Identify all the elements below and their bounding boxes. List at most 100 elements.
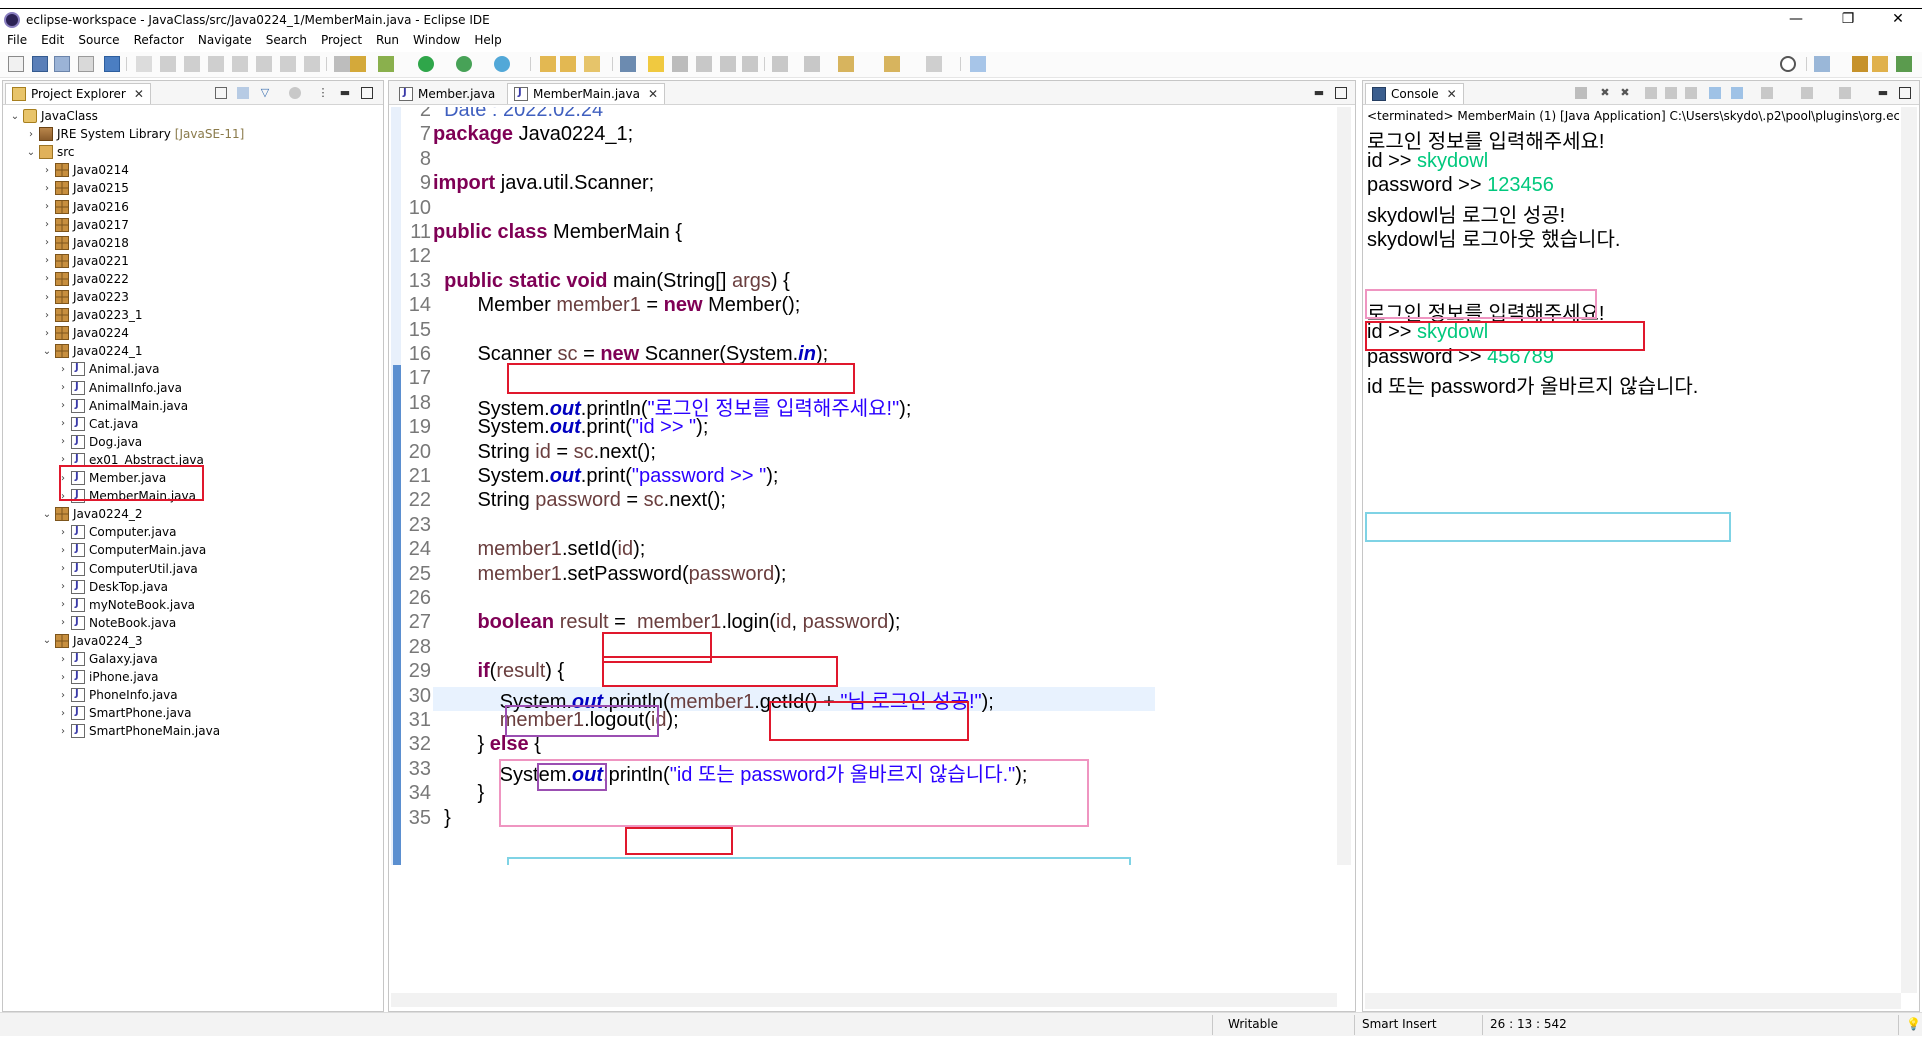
tree-item[interactable]: › Java0223_1 [41, 306, 143, 324]
code-line[interactable]: boolean result = member1.login(id, passw… [433, 611, 900, 634]
run-last-tool-icon[interactable] [350, 56, 366, 72]
tree-item[interactable]: ⌄ src [25, 143, 75, 161]
forward-icon[interactable] [926, 56, 942, 72]
chevron-right-icon[interactable]: › [57, 563, 69, 574]
code-line[interactable]: } [433, 807, 451, 830]
code-editor[interactable]: 2 Date : 2022.02.24 7 package Java0224_1; 8… [391, 107, 1155, 865]
tree-item[interactable]: › AnimalMain.java [57, 397, 188, 415]
tree-item[interactable]: › SmartPhoneMain.java [57, 722, 220, 740]
tree-item[interactable]: › Cat.java [57, 415, 138, 433]
console-output[interactable]: <terminated> MemberMain (1) [Java Applic… [1365, 107, 1899, 991]
chevron-right-icon[interactable]: › [57, 599, 69, 610]
toggle-block-icon[interactable] [334, 56, 350, 72]
code-line[interactable]: String id = sc.next(); [433, 441, 655, 464]
open-console-icon[interactable] [1839, 87, 1851, 99]
editor-vertical-scrollbar[interactable] [1337, 107, 1351, 865]
external-tools-icon[interactable] [494, 56, 510, 72]
code-line[interactable]: public static void main(String[] args) { [433, 270, 790, 293]
editor-horizontal-scrollbar[interactable] [391, 993, 1337, 1007]
tree-item[interactable]: › Computer.java [57, 523, 177, 541]
code-line[interactable]: Date : 2022.02.24 [433, 107, 603, 122]
chevron-down-icon[interactable]: ⌄ [9, 111, 21, 122]
code-line[interactable]: } else { [433, 733, 540, 756]
maximize-view-icon[interactable] [361, 87, 373, 99]
tree-item[interactable]: › Java0216 [41, 198, 129, 216]
menu-window[interactable]: Window [406, 33, 467, 47]
chevron-right-icon[interactable]: › [41, 292, 53, 303]
menu-search[interactable]: Search [259, 33, 314, 47]
code-line[interactable]: public class MemberMain { [433, 221, 682, 244]
chevron-down-icon[interactable]: ⌄ [41, 509, 53, 520]
tree-item[interactable]: › Java0218 [41, 234, 129, 252]
tree-item[interactable]: › Animal.java [57, 360, 159, 378]
menu-project[interactable]: Project [314, 33, 369, 47]
chevron-right-icon[interactable]: › [57, 708, 69, 719]
chevron-right-icon[interactable]: › [57, 617, 69, 628]
tree-item[interactable]: › AnimalInfo.java [57, 379, 182, 397]
tree-item[interactable]: › Java0215 [41, 179, 129, 197]
search-tool-icon[interactable] [648, 56, 664, 72]
menu-run[interactable]: Run [369, 33, 406, 47]
chevron-right-icon[interactable]: › [41, 219, 53, 230]
step-return-icon[interactable] [304, 56, 320, 72]
pin-console-icon[interactable] [1761, 87, 1773, 99]
close-icon[interactable]: ✕ [648, 87, 658, 101]
open-terminal-icon[interactable] [104, 56, 120, 72]
focus-icon[interactable] [289, 87, 301, 99]
save-all-icon[interactable] [54, 56, 70, 72]
tree-item[interactable]: › myNoteBook.java [57, 596, 195, 614]
chevron-right-icon[interactable]: › [57, 382, 69, 393]
tree-item[interactable]: › Java0222 [41, 270, 129, 288]
code-line[interactable]: if(result) { [433, 660, 564, 683]
tree-item[interactable]: › Java0217 [41, 216, 129, 234]
tree-item[interactable]: ⌄ JavaClass [9, 107, 98, 125]
tab-project-explorer[interactable]: Project Explorer ✕ [5, 83, 151, 104]
tree-item[interactable]: › Member.java [57, 469, 166, 487]
java-ee-perspective-icon[interactable] [1872, 56, 1888, 72]
chevron-right-icon[interactable]: › [41, 273, 53, 284]
minimize-view-icon[interactable]: ▬ [1877, 87, 1889, 99]
console-horizontal-scrollbar[interactable] [1365, 993, 1901, 1009]
step-into-icon[interactable] [256, 56, 272, 72]
show-whitespace-icon[interactable] [742, 56, 758, 72]
terminate-icon[interactable] [208, 56, 224, 72]
skip-breakpoints-icon[interactable] [136, 56, 152, 72]
tree-item[interactable]: ⌄ Java0224_3 [41, 632, 143, 650]
chevron-right-icon[interactable]: › [41, 165, 53, 176]
suspend-icon[interactable] [184, 56, 200, 72]
chevron-down-icon[interactable]: ⌄ [25, 147, 37, 158]
code-line[interactable]: member1.setPassword(password); [433, 563, 786, 586]
toggle-mark-occurrences-icon[interactable] [672, 56, 688, 72]
print-icon[interactable] [78, 56, 94, 72]
back-icon[interactable] [884, 56, 900, 72]
chevron-right-icon[interactable]: › [41, 328, 53, 339]
code-line[interactable]: } [433, 782, 484, 805]
pin-editor-icon[interactable] [970, 56, 986, 72]
code-line[interactable]: Scanner sc = new Scanner(System.in); [433, 343, 828, 366]
tree-item[interactable]: › MemberMain.java [57, 487, 196, 505]
tree-item[interactable]: › Java0224 [41, 324, 129, 342]
minimize-view-icon[interactable]: ▬ [339, 87, 351, 99]
chevron-right-icon[interactable]: › [57, 726, 69, 737]
new-icon[interactable] [8, 56, 24, 72]
chevron-down-icon[interactable]: ⌄ [41, 346, 53, 357]
chevron-right-icon[interactable]: › [41, 310, 53, 321]
previous-annotation-icon[interactable] [804, 56, 820, 72]
code-line[interactable]: String password = sc.next(); [433, 489, 725, 512]
collapse-all-icon[interactable] [215, 87, 227, 99]
maximize-view-icon[interactable] [1899, 87, 1911, 99]
show-on-stderr-icon[interactable] [1731, 87, 1743, 99]
menu-source[interactable]: Source [71, 33, 126, 47]
chevron-right-icon[interactable]: › [57, 672, 69, 683]
chevron-right-icon[interactable]: › [57, 454, 69, 465]
resume-icon[interactable] [160, 56, 176, 72]
chevron-right-icon[interactable]: › [57, 491, 69, 502]
code-line[interactable]: Member member1 = new Member(); [433, 294, 800, 317]
close-icon[interactable]: ✕ [1447, 87, 1457, 101]
chevron-right-icon[interactable]: › [41, 237, 53, 248]
show-on-stdout-icon[interactable] [1709, 87, 1721, 99]
chevron-right-icon[interactable]: › [57, 364, 69, 375]
step-over-icon[interactable] [280, 56, 296, 72]
chevron-right-icon[interactable]: › [57, 400, 69, 411]
chevron-right-icon[interactable]: › [57, 473, 69, 484]
